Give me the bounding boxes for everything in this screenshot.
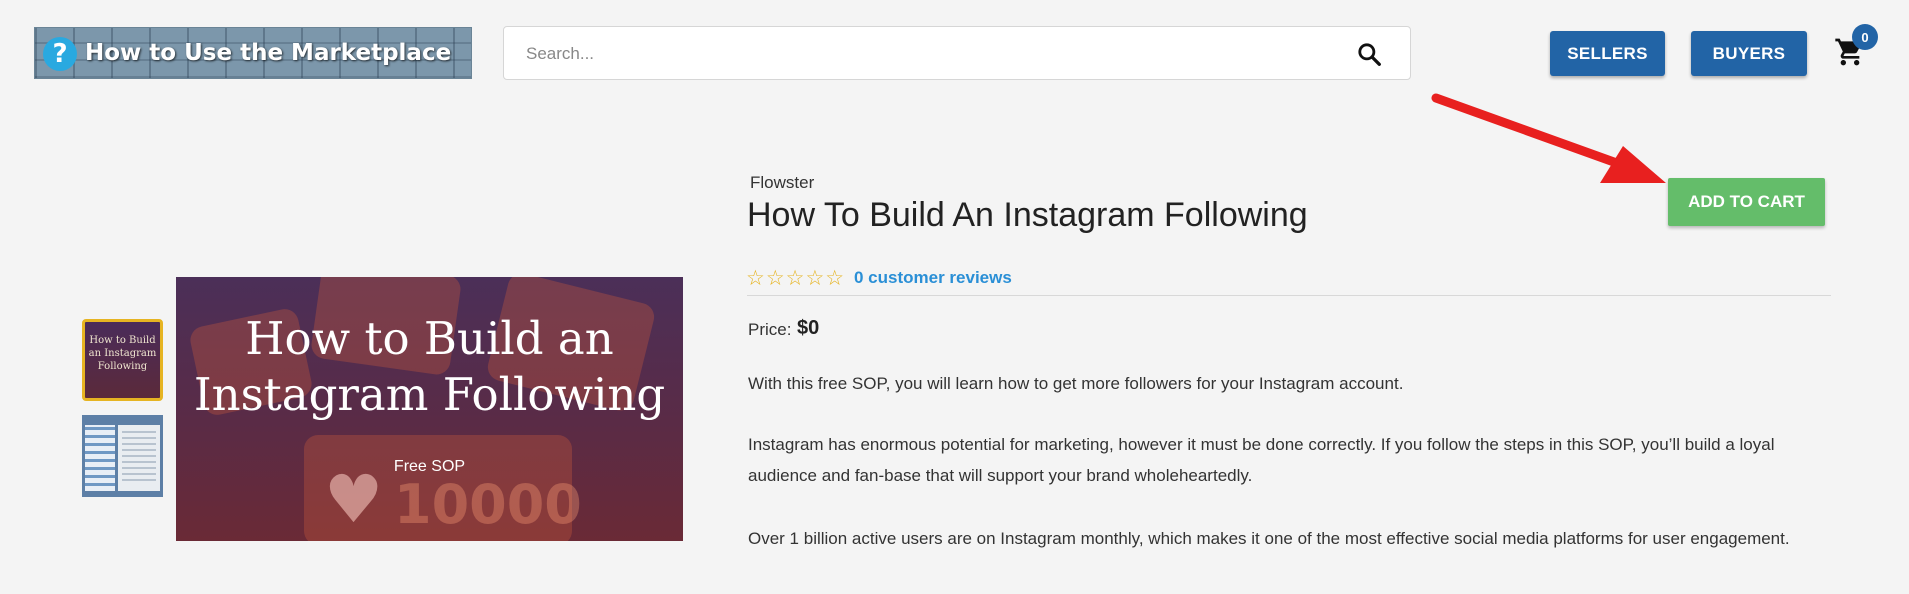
buyers-button[interactable]: BUYERS xyxy=(1691,31,1807,76)
cart-count-badge: 0 xyxy=(1852,24,1878,50)
thumbnail-screenshot-pane xyxy=(118,425,160,491)
product-brand: Flowster xyxy=(750,173,815,192)
description-paragraph: Instagram has enormous potential for mar… xyxy=(748,435,1775,485)
description-paragraph: With this free SOP, you will learn how t… xyxy=(748,374,1404,393)
description-paragraph: Over 1 billion active users are on Insta… xyxy=(748,529,1790,548)
gallery-thumbnail-1[interactable]: How to Build an Instagram Following xyxy=(82,319,163,401)
image-title: How to Build an Instagram Following xyxy=(193,312,666,421)
image-bg-number: 10000 xyxy=(394,473,582,536)
sellers-button[interactable]: SELLERS xyxy=(1550,31,1665,76)
gallery-thumbnail-2[interactable] xyxy=(82,415,163,497)
question-mark-icon: ? xyxy=(43,37,77,71)
annotation-arrow xyxy=(1431,93,1666,183)
image-subtitle: Free SOP xyxy=(393,458,466,475)
search-input[interactable] xyxy=(524,27,1348,81)
search-bar xyxy=(503,26,1411,81)
star-rating-icon: ☆☆☆☆☆ xyxy=(746,266,846,290)
thumbnail-screenshot-list xyxy=(85,425,115,491)
thumbnail-title: How to Build an Instagram Following xyxy=(88,335,157,372)
product-title: How To Build An Instagram Following xyxy=(747,196,1308,234)
search-icon[interactable] xyxy=(1356,41,1382,67)
marketplace-help-logo[interactable]: ? How to Use the Marketplace xyxy=(34,27,472,79)
price-label: Price: xyxy=(748,320,792,339)
add-to-cart-button[interactable]: ADD TO CART xyxy=(1668,178,1825,226)
logo-text: How to Use the Marketplace xyxy=(85,40,452,66)
product-main-image[interactable]: ♥ 10000 How to Build an Instagram Follow… xyxy=(176,277,683,541)
customer-reviews-link[interactable]: 0 customer reviews xyxy=(854,268,1012,288)
divider xyxy=(747,295,1831,296)
price-value: $0 xyxy=(797,317,820,339)
heart-icon: ♥ xyxy=(324,461,384,538)
